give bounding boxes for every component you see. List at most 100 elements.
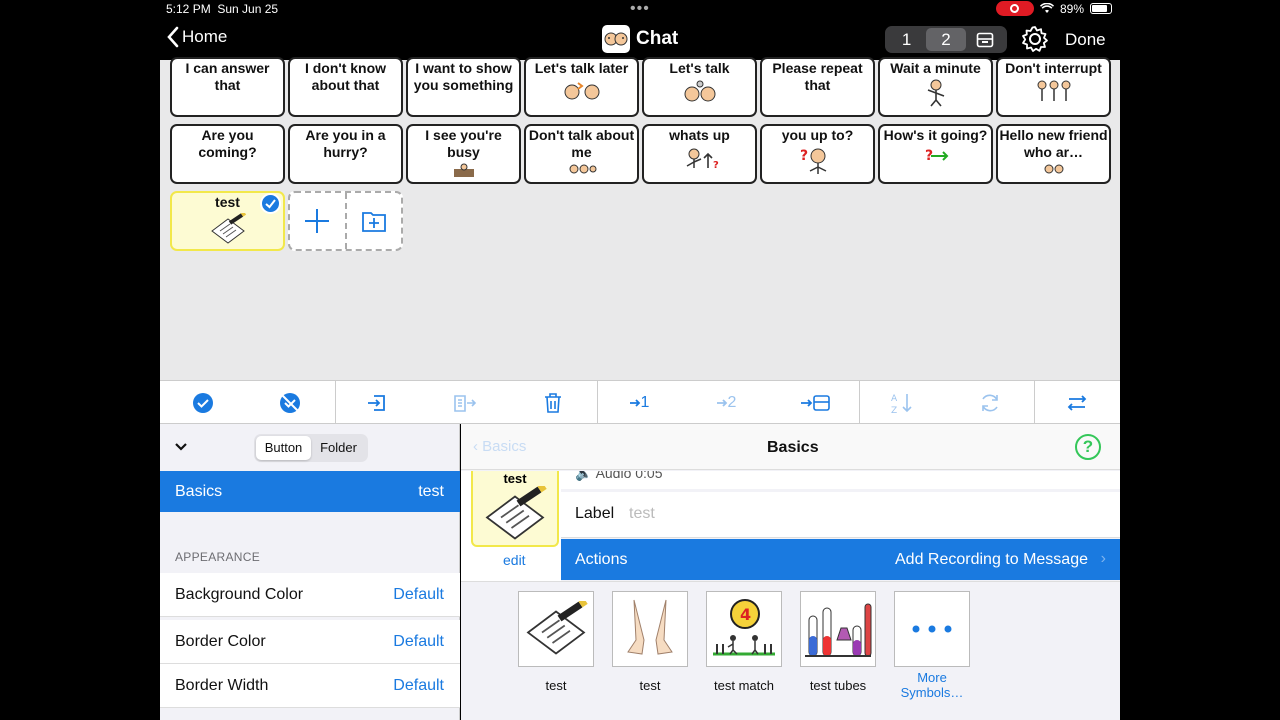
row-background-color[interactable]: Background Color Default	[160, 573, 460, 617]
add-button[interactable]	[290, 193, 347, 249]
ellipsis-icon	[912, 625, 952, 633]
app-screen: 5:12 PM Sun Jun 25 ••• 89% Home Chat 1 2	[0, 0, 1280, 720]
svg-text:Z: Z	[891, 406, 897, 415]
symbol-test-tubes[interactable]: test tubes	[800, 591, 876, 693]
label-input[interactable]: test	[629, 505, 655, 523]
tray-tab[interactable]	[966, 28, 1005, 51]
audio-row[interactable]: 🔈 Audio 0:05	[561, 471, 1120, 489]
settings-button[interactable]	[1020, 24, 1050, 59]
move-to-tray-button[interactable]	[800, 390, 832, 416]
selected-check-icon	[260, 193, 281, 214]
delete-button[interactable]	[540, 390, 566, 416]
symbol-label: test match	[714, 678, 774, 693]
detail-back-button[interactable]: ‹ Basics	[473, 438, 526, 455]
cell-lets-talk-later[interactable]: Let's talk later	[524, 57, 639, 117]
page-1-tab[interactable]: 1	[887, 28, 926, 51]
cell-dont-talk-about-me[interactable]: Don't talk about me	[524, 124, 639, 184]
talk-about-me-icon	[569, 164, 596, 174]
test-paper-icon	[526, 601, 588, 655]
cell-label: test	[215, 194, 240, 210]
move-to-page-2-button[interactable]: 2	[713, 390, 739, 416]
trash-icon	[545, 393, 561, 413]
segment-folder[interactable]: Folder	[311, 436, 366, 460]
cell-label: Let's talk later	[534, 60, 629, 76]
test-paper-icon	[485, 486, 547, 540]
hands-icon	[627, 599, 673, 655]
cell-label: you up to?	[781, 127, 854, 143]
swap-arrows-icon	[1067, 395, 1087, 411]
move-in-button[interactable]	[364, 390, 390, 416]
nav-bar: Home Chat 1 2 Done	[160, 20, 1120, 60]
move-to-page-1-button[interactable]: 1	[626, 390, 652, 416]
cell-wait-a-minute[interactable]: Wait a minute	[878, 57, 993, 117]
multitask-dots-icon[interactable]: •••	[630, 0, 650, 18]
more-symbols-button[interactable]: More Symbols…	[894, 591, 970, 700]
sort-button[interactable]: AZ	[889, 390, 915, 416]
cell-you-up-to[interactable]: you up to??	[760, 124, 875, 184]
cell-whats-up[interactable]: whats up?	[642, 124, 757, 184]
symbol-test-paper[interactable]: test	[518, 591, 594, 693]
status-time: 5:12 PM Sun Jun 25	[166, 2, 278, 16]
arrow-right-icon	[629, 399, 640, 407]
cell-i-see-youre-busy[interactable]: I see you're busy	[406, 124, 521, 184]
inspector-sidebar: Button Folder Basics test APPEARANCE Bac…	[160, 424, 460, 720]
home-back-button[interactable]: Home	[166, 26, 227, 48]
toolbar-divider	[1034, 381, 1035, 425]
plus-icon	[305, 209, 330, 233]
symbol-test-match[interactable]: 4 test match	[706, 591, 782, 693]
row-border-width[interactable]: Border Width Default	[160, 664, 460, 708]
detail-back-label: Basics	[482, 438, 527, 455]
row-label: Border Width	[175, 677, 269, 694]
recording-icon	[995, 1, 1034, 16]
cell-i-can-answer-that[interactable]: I can answer that	[170, 57, 285, 117]
page-title: Chat	[602, 25, 678, 53]
cell-please-repeat-that[interactable]: Please repeat that	[760, 57, 875, 117]
actions-label: Actions	[575, 551, 628, 568]
speaker-icon: 🔈	[575, 471, 593, 481]
cell-label: I see you're busy	[425, 127, 502, 160]
symbol-test-hands[interactable]: test	[612, 591, 688, 693]
cell-are-you-in-a-hurry[interactable]: Are you in a hurry?	[288, 124, 403, 184]
row-label: Background Color	[175, 586, 304, 603]
wifi-icon	[1039, 3, 1054, 13]
cell-hello-new-friend[interactable]: Hello new friend who ar…	[996, 124, 1111, 184]
swap-button[interactable]	[1064, 390, 1090, 416]
status-indicators: 89%	[995, 1, 1112, 16]
cell-test-selected[interactable]: test	[170, 191, 285, 251]
cell-hows-it-going[interactable]: How's it going??	[878, 124, 993, 184]
copy-button[interactable]	[452, 390, 478, 416]
row-value: Default	[393, 633, 444, 650]
cell-are-you-coming[interactable]: Are you coming?	[170, 124, 285, 184]
sidebar-item-basics[interactable]: Basics test	[160, 471, 460, 512]
edit-link[interactable]: edit	[503, 552, 526, 568]
svg-text:4: 4	[740, 605, 751, 624]
test-match-icon: 4	[713, 599, 775, 656]
symbol-suggestions: test test 4 test match test tubes More S…	[461, 581, 1120, 720]
button-preview[interactable]: test	[471, 471, 559, 547]
add-folder-button[interactable]	[347, 193, 402, 249]
refresh-button[interactable]	[977, 390, 1003, 416]
segment-button[interactable]: Button	[256, 436, 311, 460]
page-title-text: Chat	[636, 28, 679, 49]
cell-i-want-to-show-you-something[interactable]: I want to show you something	[406, 57, 521, 117]
cell-lets-talk[interactable]: Let's talk	[642, 57, 757, 117]
gear-icon	[1022, 26, 1048, 52]
select-all-button[interactable]	[190, 390, 216, 416]
cell-label: I want to show you something	[413, 60, 514, 93]
row-value: Default	[393, 677, 444, 694]
deselect-button[interactable]	[277, 390, 303, 416]
cell-dont-interrupt[interactable]: Don't interrupt	[996, 57, 1111, 117]
help-icon[interactable]: ?	[1075, 434, 1101, 460]
chevron-down-icon[interactable]	[174, 442, 188, 452]
symbol-thumbnail: 4	[706, 591, 782, 667]
cell-label: Let's talk	[669, 60, 730, 76]
done-button[interactable]: Done	[1065, 30, 1106, 50]
row-border-color[interactable]: Border Color Default	[160, 620, 460, 664]
actions-row[interactable]: Actions Add Recording to Message ›	[561, 539, 1120, 580]
toolbar-divider	[597, 381, 598, 425]
row-label: Border Color	[175, 633, 266, 650]
page-2-tab[interactable]: 2	[926, 28, 966, 51]
toolbar-divider	[859, 381, 860, 425]
svg-text:A: A	[891, 394, 898, 404]
cell-i-dont-know-about-that[interactable]: I don't know about that	[288, 57, 403, 117]
